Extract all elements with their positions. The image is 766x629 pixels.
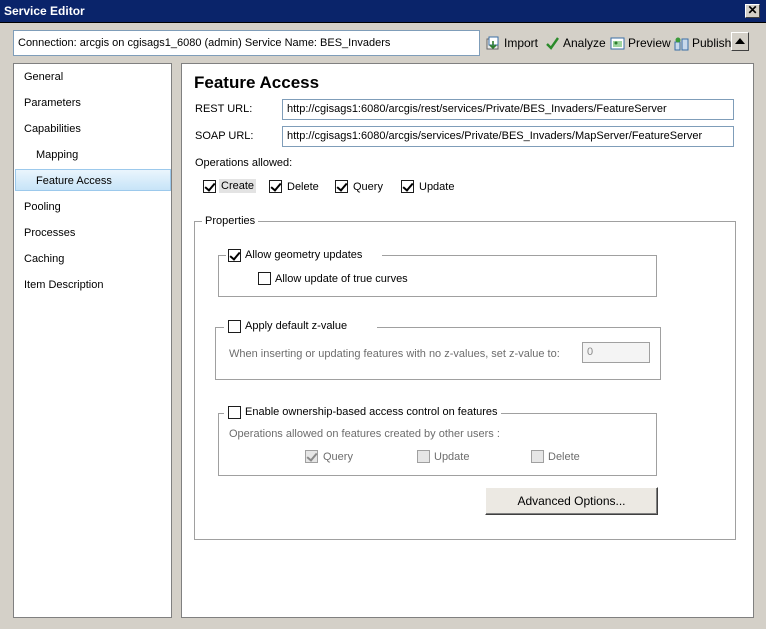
publish-button[interactable]: Publish — [674, 34, 731, 52]
sidebar-item-pooling[interactable]: Pooling — [24, 196, 169, 218]
advanced-options-button[interactable]: Advanced Options... — [485, 487, 658, 515]
other-users-query-label: Query — [323, 451, 353, 463]
update-checkbox[interactable] — [401, 180, 414, 193]
zvalue-description: When inserting or updating features with… — [229, 348, 560, 360]
checkmark-icon — [545, 36, 560, 51]
import-button[interactable]: Import — [486, 34, 538, 52]
sidebar-item-item-description[interactable]: Item Description — [24, 274, 169, 296]
sidebar-item-general[interactable]: General — [24, 66, 169, 88]
ownership-group — [218, 413, 657, 476]
connection-info: Connection: arcgis on cgisags1_6080 (adm… — [13, 30, 480, 56]
delete-checkbox[interactable] — [269, 180, 282, 193]
title-bar — [0, 0, 766, 23]
analyze-label: Analyze — [563, 36, 606, 50]
import-label: Import — [504, 36, 539, 50]
delete-label: Delete — [287, 181, 319, 193]
soap-url-field[interactable]: http://cgisags1:6080/arcgis/services/Pri… — [282, 126, 734, 147]
other-users-update-label: Update — [434, 451, 470, 463]
true-curves-checkbox[interactable] — [258, 272, 271, 285]
create-label: Create — [219, 179, 257, 193]
geometry-updates-checkbox[interactable] — [228, 249, 241, 262]
collapse-up-button[interactable] — [731, 32, 749, 51]
other-users-query-checkbox[interactable] — [305, 450, 318, 463]
rest-url-label: REST URL: — [195, 103, 253, 115]
sidebar-item-caching[interactable]: Caching — [24, 248, 169, 270]
ownership-description: Operations allowed on features created b… — [229, 428, 500, 440]
preview-button[interactable]: Preview — [610, 34, 671, 52]
preview-icon — [610, 36, 625, 51]
create-checkbox[interactable] — [203, 180, 216, 193]
publish-icon — [674, 36, 689, 51]
sidebar-item-parameters[interactable]: Parameters — [24, 92, 169, 114]
query-checkbox[interactable] — [335, 180, 348, 193]
other-users-update-checkbox[interactable] — [417, 450, 430, 463]
window-title: Service Editor — [4, 4, 85, 18]
update-label: Update — [419, 181, 455, 193]
zvalue-label: Apply default z-value — [245, 320, 348, 332]
page-title: Feature Access — [194, 73, 320, 92]
properties-label: Properties — [202, 215, 259, 227]
publish-label: Publish — [692, 36, 732, 50]
true-curves-label: Allow update of true curves — [275, 273, 408, 285]
zvalue-input[interactable]: 0 — [582, 342, 650, 363]
other-users-delete-label: Delete — [548, 451, 580, 463]
ownership-label: Enable ownership-based access control on… — [245, 406, 498, 418]
sidebar-item-capabilities[interactable]: Capabilities — [24, 118, 169, 140]
import-icon — [486, 36, 501, 51]
operations-label: Operations allowed: — [195, 157, 293, 169]
soap-url-label: SOAP URL: — [195, 130, 254, 142]
geometry-updates-label: Allow geometry updates — [245, 249, 363, 261]
analyze-button[interactable]: Analyze — [545, 34, 606, 52]
ownership-checkbox[interactable] — [228, 406, 241, 419]
zvalue-checkbox[interactable] — [228, 320, 241, 333]
sidebar-item-mapping[interactable]: Mapping — [36, 144, 181, 166]
sidebar-item-feature-access[interactable]: Feature Access — [15, 169, 171, 191]
sidebar-item-processes[interactable]: Processes — [24, 222, 169, 244]
query-label: Query — [353, 181, 383, 193]
preview-label: Preview — [628, 36, 671, 50]
other-users-delete-checkbox[interactable] — [531, 450, 544, 463]
close-button[interactable]: ✕ — [745, 4, 760, 18]
rest-url-field[interactable]: http://cgisags1:6080/arcgis/rest/service… — [282, 99, 734, 120]
